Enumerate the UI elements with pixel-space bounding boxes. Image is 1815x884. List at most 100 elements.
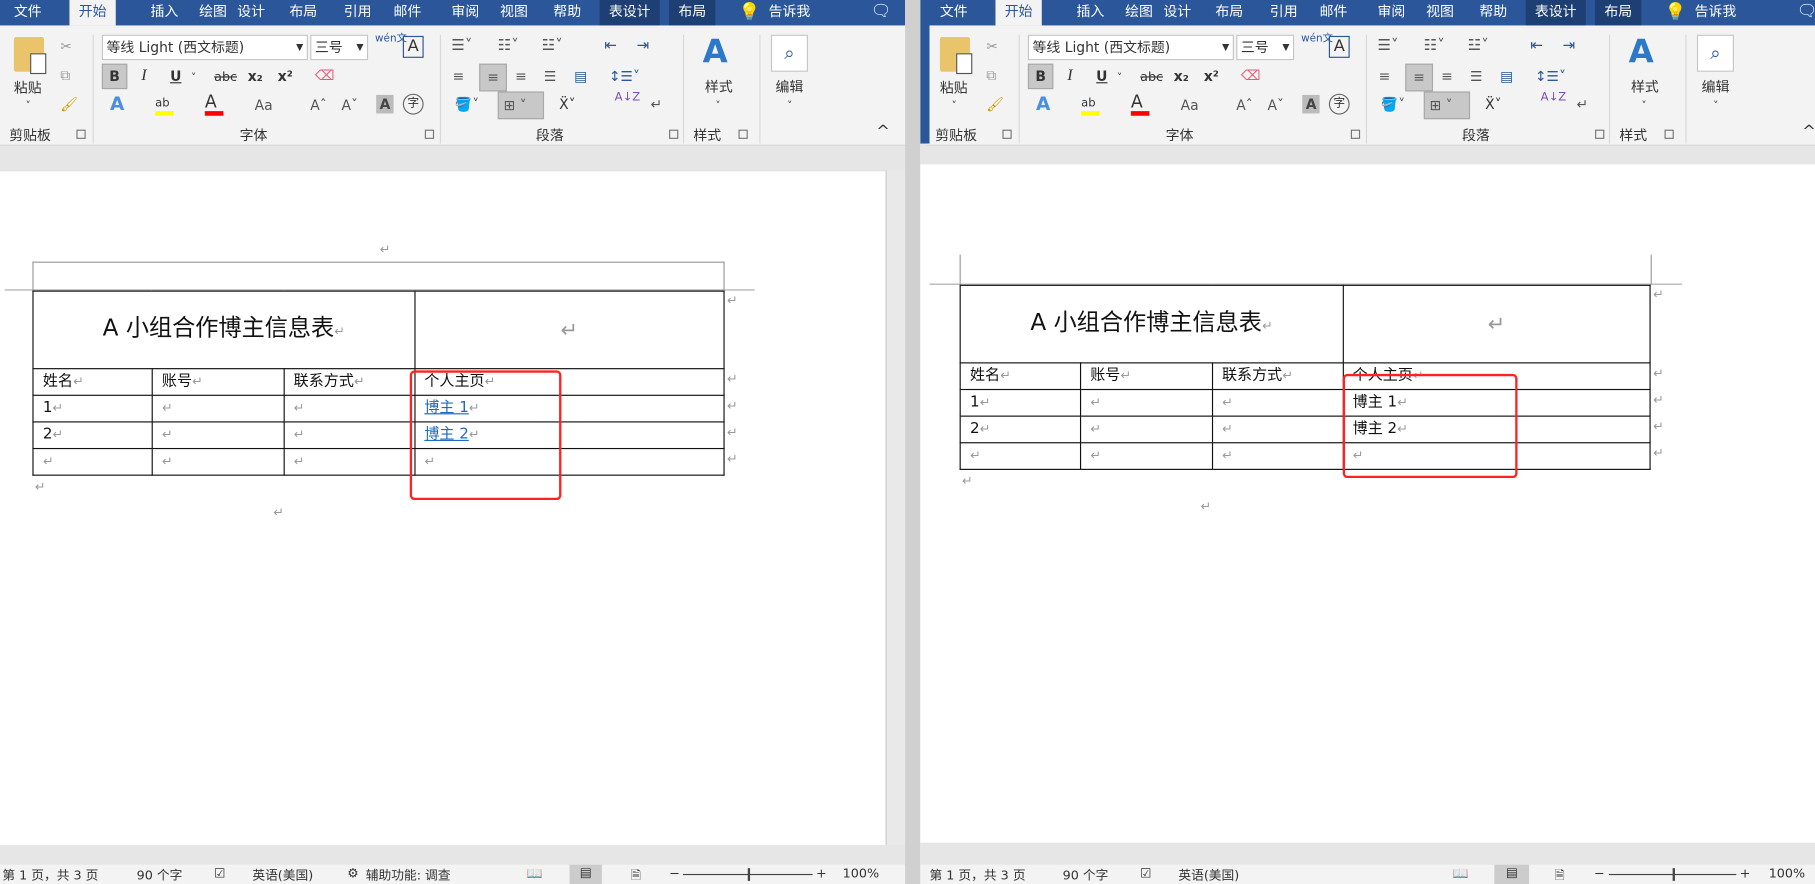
paragraph-launcher-icon[interactable]: .	[1595, 129, 1605, 139]
styles-launcher-icon[interactable]: .	[738, 129, 748, 139]
table-cell[interactable]: ↵	[283, 421, 416, 450]
tab-view[interactable]: 视图	[1426, 0, 1454, 25]
document-page[interactable]: ↵ A 小组合作博主信息表↵ ↵ 姓名↵ 账号↵ 联系方式↵ 个人主页↵ 1↵ ↵ ↵ 博主 1…	[0, 170, 886, 845]
styles-launcher-icon[interactable]: .	[1664, 129, 1674, 139]
format-painter-icon[interactable]: 🖌	[60, 95, 78, 114]
table-cell[interactable]: ↵	[413, 290, 725, 370]
tab-layout[interactable]: 布局	[1215, 0, 1243, 25]
table-title-cell[interactable]: A 小组合作博主信息表↵	[32, 290, 416, 370]
editing-dropdown-icon[interactable]: ˅	[787, 97, 792, 116]
table-cell[interactable]: 1↵	[32, 394, 153, 423]
tab-table-layout[interactable]: 布局	[669, 0, 716, 26]
tab-mailings[interactable]: 邮件	[394, 0, 422, 25]
tab-home[interactable]: 开始	[995, 0, 1042, 26]
underline-button[interactable]: U	[170, 67, 181, 86]
cut-icon[interactable]: ✂	[60, 37, 72, 56]
comment-icon[interactable]: 🗨	[870, 0, 891, 25]
tell-me-search[interactable]: 告诉我	[769, 0, 811, 25]
shading-icon[interactable]: 🪣˅	[1381, 95, 1405, 114]
font-launcher-icon[interactable]: .	[1350, 129, 1361, 139]
styles-icon[interactable]: A	[1629, 34, 1654, 70]
underline-dropdown-icon[interactable]: ˅	[1117, 69, 1122, 88]
underline-dropdown-icon[interactable]: ˅	[191, 69, 196, 88]
multilevel-list-icon[interactable]: ☳˅	[1468, 37, 1489, 56]
phonetic-guide-button[interactable]: wén文	[375, 34, 407, 46]
paste-dropdown-icon[interactable]: ˅	[25, 97, 30, 116]
web-layout-icon[interactable]: 🗎	[631, 866, 641, 884]
web-layout-icon[interactable]: 🗎	[1555, 866, 1565, 884]
numbering-icon[interactable]: ☷˅	[1424, 37, 1445, 56]
table-header-cell[interactable]: 账号↵	[1079, 362, 1213, 391]
find-icon[interactable]: ⌕	[770, 34, 808, 72]
italic-button[interactable]: I	[1067, 67, 1072, 86]
sort-icon[interactable]: A↓Z	[1541, 92, 1567, 105]
shrink-font-button[interactable]: Aˇ	[1267, 96, 1283, 115]
language[interactable]: 英语(美国)	[1178, 866, 1239, 884]
tab-insert[interactable]: 插入	[1077, 0, 1105, 25]
editing-button[interactable]: 编辑	[1702, 78, 1730, 97]
paragraph-launcher-icon[interactable]: .	[669, 129, 679, 139]
table-cell[interactable]: ↵	[1342, 284, 1651, 364]
align-right-icon[interactable]: ≡	[1441, 67, 1453, 86]
borders-icon[interactable]: ⊞ ˅	[497, 91, 545, 120]
tab-design[interactable]: 设计	[237, 0, 265, 25]
char-border-button[interactable]: A	[402, 35, 424, 58]
font-color-button[interactable]: A	[1130, 93, 1152, 116]
align-center-icon[interactable]: ≡	[479, 63, 507, 92]
grow-font-button[interactable]: Aˆ	[1236, 96, 1252, 115]
zoom-slider-thumb[interactable]	[1672, 868, 1675, 881]
change-case-button[interactable]: Aa	[1181, 96, 1199, 115]
text-effect-button[interactable]: A	[1036, 94, 1050, 114]
clear-format-icon[interactable]: ⌫	[315, 66, 335, 85]
enclose-char-button[interactable]: 字	[402, 93, 424, 115]
print-layout-icon[interactable]: ▤	[569, 864, 602, 884]
strikethrough-button[interactable]: abc	[214, 68, 237, 87]
table-cell[interactable]: 2↵	[32, 421, 153, 450]
change-case-button[interactable]: Aa	[255, 96, 273, 115]
table-cell[interactable]: ↵	[1211, 415, 1344, 444]
zoom-in-button[interactable]: +	[1740, 866, 1751, 881]
highlight-button[interactable]: ab	[1081, 93, 1102, 116]
tab-home[interactable]: 开始	[69, 0, 116, 26]
comment-icon[interactable]: 🗨	[1796, 0, 1815, 25]
font-color-button[interactable]: A	[204, 93, 226, 116]
bold-button[interactable]: B	[1027, 63, 1054, 90]
paste-button[interactable]: 粘贴	[940, 79, 968, 98]
justify-icon[interactable]: ☰	[544, 67, 556, 86]
bullets-icon[interactable]: ☰˅	[451, 37, 472, 56]
page-count[interactable]: 第 1 页，共 3 页	[929, 866, 1025, 884]
styles-button[interactable]: 样式	[705, 78, 733, 97]
tab-table-design[interactable]: 表设计	[1525, 0, 1586, 26]
enclose-char-button[interactable]: 字	[1328, 93, 1350, 115]
tab-draw[interactable]: 绘图	[199, 0, 227, 25]
table-cell[interactable]: ↵	[1211, 442, 1344, 470]
align-left-icon[interactable]: ≡	[453, 67, 465, 86]
language[interactable]: 英语(美国)	[252, 866, 313, 884]
zoom-slider[interactable]	[1608, 868, 1737, 881]
table-title-cell[interactable]: A 小组合作博主信息表↵	[959, 284, 1344, 364]
tab-view[interactable]: 视图	[500, 0, 528, 25]
collapse-ribbon-icon[interactable]: ^	[876, 123, 890, 142]
tab-insert[interactable]: 插入	[150, 0, 178, 25]
tab-table-layout[interactable]: 布局	[1595, 0, 1642, 26]
bullets-icon[interactable]: ☰˅	[1377, 37, 1398, 56]
zoom-out-button[interactable]: −	[1594, 866, 1605, 881]
read-mode-icon[interactable]: 📖	[1453, 866, 1469, 881]
asian-layout-icon[interactable]: Ẍ˅	[559, 95, 575, 114]
paste-dropdown-icon[interactable]: ˅	[951, 97, 956, 116]
paste-icon[interactable]	[13, 37, 47, 75]
word-count[interactable]: 90 个字	[137, 866, 183, 884]
table-cell[interactable]: ↵	[151, 421, 285, 450]
show-marks-icon[interactable]: ↵	[1577, 95, 1589, 114]
table-header-cell[interactable]: 联系方式↵	[283, 368, 416, 396]
table-cell[interactable]: ↵	[959, 442, 1081, 470]
accessibility-status[interactable]: 辅助功能: 调查	[366, 866, 451, 884]
find-icon[interactable]: ⌕	[1696, 34, 1734, 72]
styles-button[interactable]: 样式	[1631, 78, 1659, 97]
font-size-select[interactable]: 三号 ▼	[1236, 34, 1295, 61]
subscript-button[interactable]: x₂	[1174, 67, 1189, 86]
clipboard-launcher-icon[interactable]: .	[1002, 129, 1012, 139]
numbering-icon[interactable]: ☷˅	[498, 37, 519, 56]
tab-help[interactable]: 帮助	[553, 0, 581, 25]
tab-review[interactable]: 审阅	[1377, 0, 1405, 25]
